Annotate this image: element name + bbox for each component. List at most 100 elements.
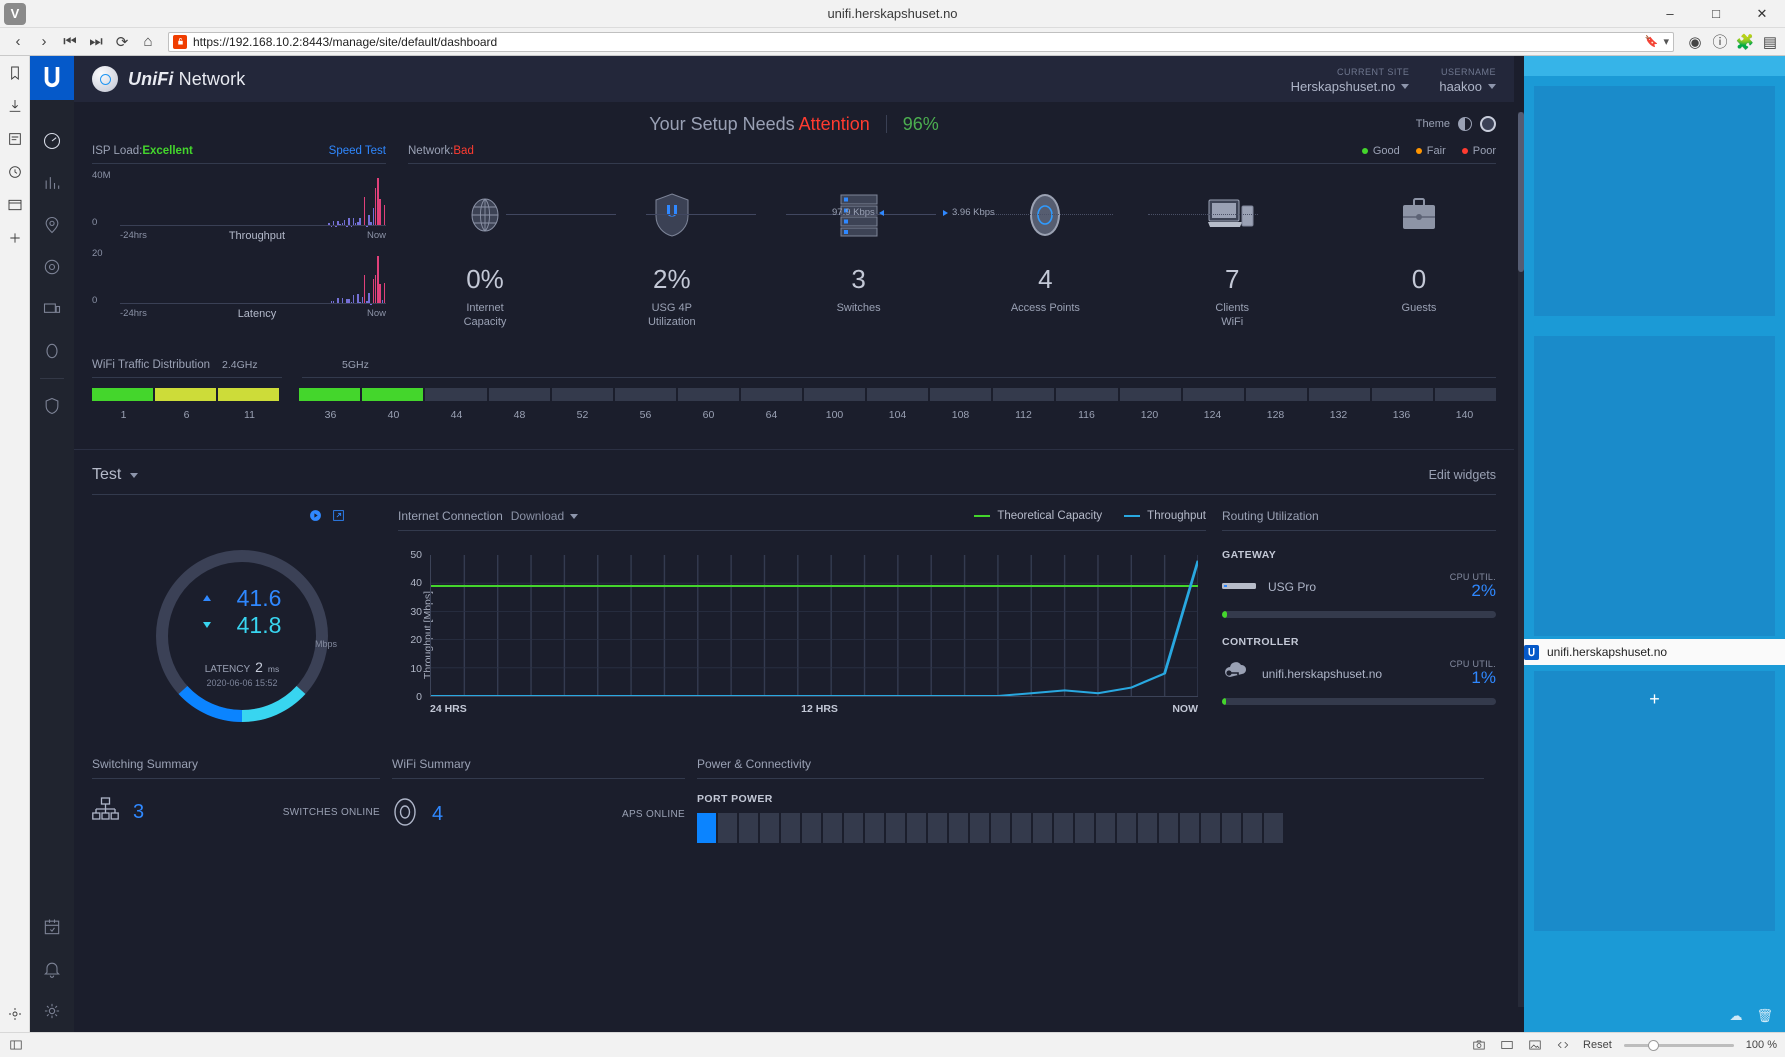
channel-bar-56[interactable] [615,388,676,401]
open-external-icon[interactable] [332,509,345,527]
sidebar-item-map[interactable] [30,204,74,246]
topology-node-guests[interactable]: 0Guests [1364,192,1474,315]
sidebar-item-dashboard[interactable] [30,120,74,162]
port-power-bar[interactable] [1243,813,1262,843]
widget-set-selector[interactable]: Test [92,466,138,484]
chevron-down-icon[interactable]: ▾ [1663,35,1669,48]
topology-node-usg-4p[interactable]: 2%USG 4PUtilization [617,192,727,329]
port-power-bar[interactable] [1054,813,1073,843]
back-icon[interactable]: ‹ [6,31,30,53]
current-site-field[interactable]: CURRENT SITE Herskapshuset.no [1291,67,1410,94]
channel-bar-116[interactable] [1056,388,1117,401]
port-power-bar[interactable] [760,813,779,843]
channel-bar-100[interactable] [804,388,865,401]
speed-test-link[interactable]: Speed Test [329,145,386,157]
port-power-bar[interactable] [970,813,989,843]
port-power-bar[interactable] [1012,813,1031,843]
sidebar-item-settings[interactable] [30,990,74,1032]
port-power-bar[interactable] [1222,813,1241,843]
run-speedtest-icon[interactable] [309,509,322,527]
channel-bar-64[interactable] [741,388,802,401]
trash-icon[interactable]: 🗑 [1756,1008,1773,1024]
channel-bar-108[interactable] [930,388,991,401]
channel-bar-60[interactable] [678,388,739,401]
page-actions-icon[interactable] [1555,1037,1571,1053]
port-power-bar[interactable] [949,813,968,843]
port-power-bar[interactable] [844,813,863,843]
sessions-icon[interactable]: ▤ [1761,31,1779,53]
port-power-bar[interactable] [1159,813,1178,843]
chart-series-selector[interactable]: Download [511,509,578,523]
forward-icon[interactable]: › [32,31,56,53]
channel-bar-6[interactable] [155,388,216,401]
port-power-bar[interactable] [802,813,821,843]
zoom-reset-button[interactable]: Reset [1583,1039,1612,1051]
chevron-down-icon[interactable] [1488,84,1496,89]
channel-bar-1[interactable] [92,388,153,401]
sidebar-item-insights[interactable] [30,330,74,372]
channel-bar-48[interactable] [489,388,550,401]
sidebar-item-statistics[interactable] [30,162,74,204]
tiling-icon[interactable] [1499,1037,1515,1053]
channel-bar-44[interactable] [425,388,486,401]
channel-bar-104[interactable] [867,388,928,401]
tab-hover-title[interactable]: unifi.herskapshuset.no [1524,639,1785,665]
port-power-bar[interactable] [1180,813,1199,843]
port-power-bar[interactable] [991,813,1010,843]
channel-bar-136[interactable] [1372,388,1433,401]
channel-bar-132[interactable] [1309,388,1370,401]
theme-light-toggle[interactable] [1458,117,1472,131]
downloads-panel-icon[interactable] [6,97,23,114]
rewind-icon[interactable]: ⏮ [58,31,82,53]
port-power-bar[interactable] [1075,813,1094,843]
tab-preview-tile[interactable] [1534,86,1775,316]
port-power-bar[interactable] [928,813,947,843]
profile-icon[interactable]: ◉ [1686,31,1704,53]
cloud-icon[interactable]: ☁ [1729,1008,1742,1024]
port-power-bar[interactable] [907,813,926,843]
edit-widgets-button[interactable]: Edit widgets [1429,468,1496,482]
topology-node-internet[interactable]: 0%InternetCapacity [430,192,540,329]
chevron-down-icon[interactable] [130,473,138,478]
channel-bar-140[interactable] [1435,388,1496,401]
address-bar[interactable]: https://192.168.10.2:8443/manage/site/de… [168,32,1674,52]
channel-bar-124[interactable] [1183,388,1244,401]
chevron-down-icon[interactable] [570,514,578,519]
minimize-button[interactable]: – [1647,0,1693,28]
port-power-bar[interactable] [1117,813,1136,843]
settings-panel-icon[interactable] [6,1005,23,1022]
username-field[interactable]: USERNAME haakoo [1439,67,1496,94]
info-icon[interactable]: ⓘ [1711,31,1729,53]
window-panel-icon[interactable] [6,196,23,213]
tab-preview-tile[interactable] [1534,671,1775,931]
channel-bar-112[interactable] [993,388,1054,401]
port-power-bar[interactable] [781,813,800,843]
port-power-bar[interactable] [718,813,737,843]
channel-bar-128[interactable] [1246,388,1307,401]
sidebar-item-clients[interactable] [30,288,74,330]
port-power-bar[interactable] [1264,813,1283,843]
extensions-icon[interactable]: 🧩 [1736,31,1754,53]
channel-bar-40[interactable] [362,388,423,401]
reload-icon[interactable]: ⟳ [110,31,134,53]
port-power-bar[interactable] [1033,813,1052,843]
topology-node-access-points[interactable]: 4Access Points [990,192,1100,315]
port-power-bar[interactable] [865,813,884,843]
sidebar-item-events[interactable] [30,906,74,948]
topology-node-clients[interactable]: 7ClientsWiFi [1177,192,1287,329]
sidebar-item-protect[interactable] [30,385,74,427]
capture-icon[interactable] [1471,1037,1487,1053]
zoom-slider-knob[interactable] [1648,1040,1659,1051]
port-power-bar[interactable] [886,813,905,843]
zoom-slider[interactable] [1624,1044,1734,1047]
port-power-bar[interactable] [1096,813,1115,843]
port-power-bar[interactable] [739,813,758,843]
notes-panel-icon[interactable] [6,130,23,147]
add-tab-icon[interactable]: + [1647,691,1663,707]
port-power-bar[interactable] [1201,813,1220,843]
channel-bar-120[interactable] [1120,388,1181,401]
port-power-bar[interactable] [823,813,842,843]
sidebar-item-devices[interactable] [30,246,74,288]
bookmark-icon[interactable]: 🔖 [1645,35,1659,48]
port-power-bar[interactable] [1138,813,1157,843]
